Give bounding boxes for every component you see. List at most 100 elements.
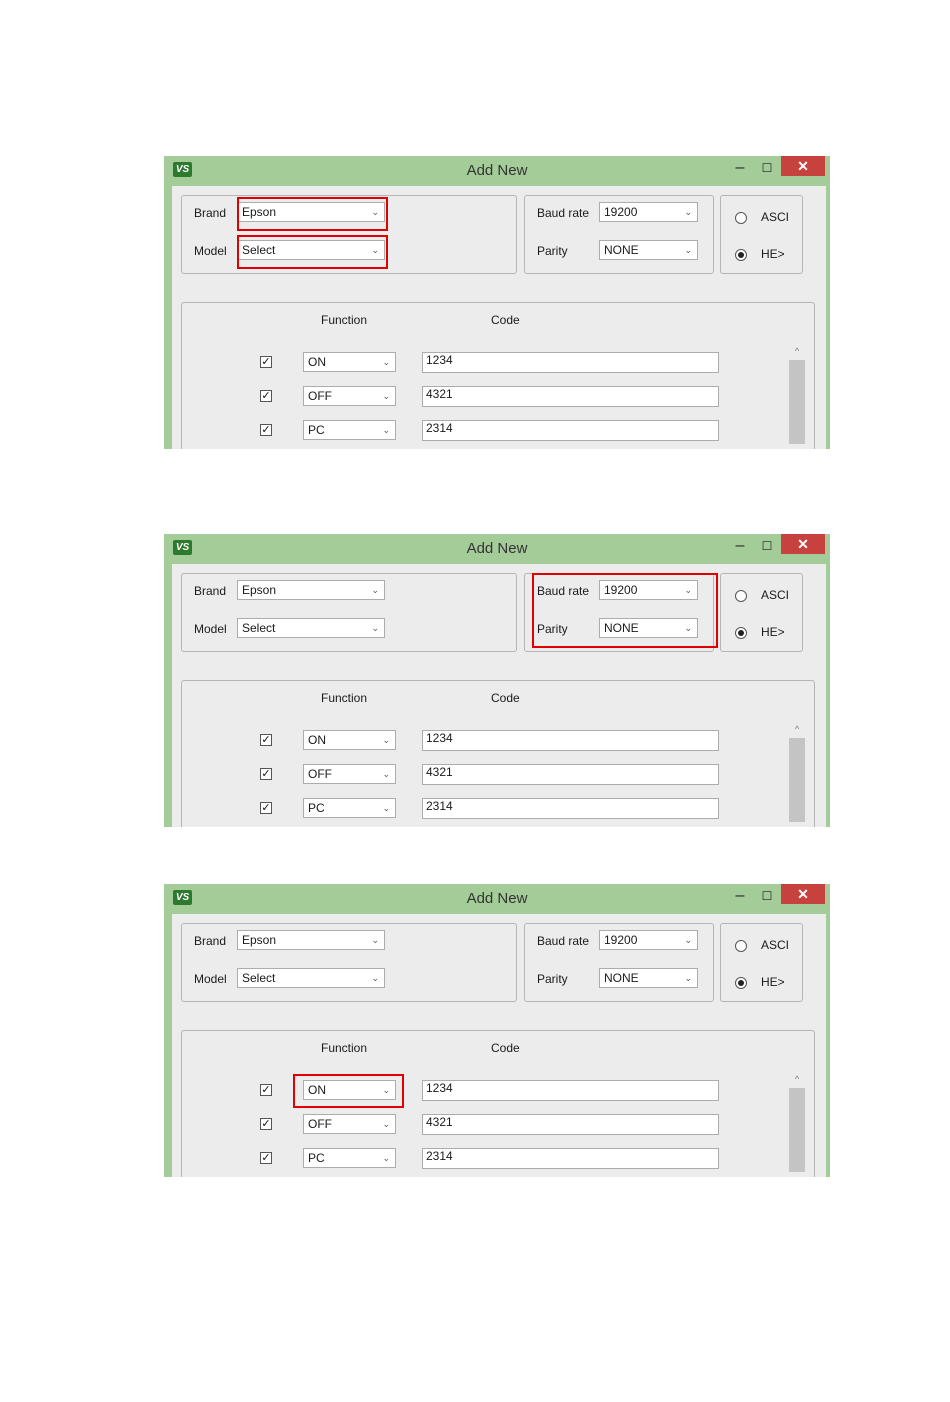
serial-group: Baud rate 19200 ⌄ Parity NONE ⌄ [524,195,714,274]
chevron-down-icon: ⌄ [371,935,379,945]
code-header: Code [491,691,520,705]
function-select[interactable]: PC ⌄ [303,1148,396,1168]
baud-rate-select[interactable]: 19200 ⌄ [599,930,698,950]
scroll-up-icon[interactable]: ^ [789,723,805,735]
chevron-down-icon: ⌄ [382,769,390,779]
row-checkbox[interactable]: ✓ [260,768,272,780]
function-select[interactable]: ON ⌄ [303,730,396,750]
brand-select[interactable]: Epson ⌄ [237,580,385,600]
model-select[interactable]: Select ⌄ [237,968,385,988]
row-checkbox[interactable]: ✓ [260,1084,272,1096]
chevron-down-icon: ⌄ [382,1119,390,1129]
code-input[interactable]: 1234 [422,352,719,373]
model-select[interactable]: Select ⌄ [237,618,385,638]
ascii-label: ASCI [761,210,790,224]
chevron-down-icon: ⌄ [371,623,379,633]
row-checkbox[interactable]: ✓ [260,424,272,436]
add-new-window-3: VS Add New – ☐ ✕ Brand Epson ⌄ Model Sel… [164,884,830,1177]
function-value: OFF [308,1117,332,1131]
code-header: Code [491,1041,520,1055]
function-value: ON [308,733,326,747]
row-checkbox[interactable]: ✓ [260,356,272,368]
scrollbar[interactable] [789,738,805,822]
title-bar[interactable]: VS Add New – ☐ ✕ [164,534,830,563]
brand-label: Brand [194,584,227,598]
chevron-down-icon: ⌄ [382,391,390,401]
chevron-down-icon: ⌄ [684,207,692,217]
chevron-down-icon: ⌄ [382,425,390,435]
function-select[interactable]: PC ⌄ [303,420,396,440]
code-header: Code [491,313,520,327]
baud-rate-select[interactable]: 19200 ⌄ [599,202,698,222]
scrollbar[interactable] [789,1088,805,1172]
minimize-button[interactable]: – [729,886,751,906]
function-select[interactable]: ON ⌄ [303,352,396,372]
model-value: Select [242,971,276,985]
hex-radio[interactable] [735,977,747,989]
row-checkbox[interactable]: ✓ [260,390,272,402]
row-checkbox[interactable]: ✓ [260,1118,272,1130]
ascii-radio[interactable] [735,590,747,602]
code-input[interactable]: 1234 [422,1080,719,1101]
parity-select[interactable]: NONE ⌄ [599,240,698,260]
maximize-button[interactable]: ☐ [756,536,778,556]
hex-label: HE> [761,247,785,261]
close-button[interactable]: ✕ [781,156,825,176]
function-value: PC [308,423,325,437]
function-value: OFF [308,389,332,403]
add-new-window-1: VS Add New – ☐ ✕ Brand Epson ⌄ Model Sel… [164,156,830,449]
brand-label: Brand [194,934,227,948]
minimize-button[interactable]: – [729,536,751,556]
scroll-up-icon[interactable]: ^ [789,345,805,357]
code-input[interactable]: 2314 [422,798,719,819]
parity-select[interactable]: NONE ⌄ [599,968,698,988]
parity-label: Parity [537,972,568,986]
title-bar[interactable]: VS Add New – ☐ ✕ [164,884,830,913]
hex-radio[interactable] [735,627,747,639]
device-group: Brand Epson ⌄ Model Select ⌄ [181,573,517,652]
window-body: Brand Epson ⌄ Model Select ⌄ Baud rate 1… [172,914,826,1177]
function-value: OFF [308,767,332,781]
minimize-button[interactable]: – [729,158,751,178]
function-header: Function [321,691,368,705]
close-button[interactable]: ✕ [781,884,825,904]
window-body: Brand Epson ⌄ Model Select ⌄ Baud rate 1… [172,564,826,827]
function-select[interactable]: PC ⌄ [303,798,396,818]
mode-group: ASCI HE> [720,195,803,274]
function-select[interactable]: OFF ⌄ [303,1114,396,1134]
code-input[interactable]: 2314 [422,1148,719,1169]
scroll-up-icon[interactable]: ^ [789,1073,805,1085]
ascii-label: ASCI [761,588,790,602]
code-input[interactable]: 1234 [422,730,719,751]
code-input[interactable]: 4321 [422,386,719,407]
device-group: Brand Epson ⌄ Model Select ⌄ [181,923,517,1002]
model-value: Select [242,621,276,635]
row-checkbox[interactable]: ✓ [260,734,272,746]
ascii-radio[interactable] [735,940,747,952]
function-select[interactable]: OFF ⌄ [303,764,396,784]
chevron-down-icon: ⌄ [684,935,692,945]
close-button[interactable]: ✕ [781,534,825,554]
code-input[interactable]: 4321 [422,1114,719,1135]
brand-label: Brand [194,206,227,220]
scrollbar[interactable] [789,360,805,444]
function-value: PC [308,1151,325,1165]
function-group: Function Code ✓ ON ⌄ 1234 ✓ OFF ⌄ 4321 ✓… [181,680,815,827]
title-bar[interactable]: VS Add New – ☐ ✕ [164,156,830,185]
ascii-radio[interactable] [735,212,747,224]
function-header: Function [321,1041,368,1055]
model-label: Model [194,622,227,636]
brand-value: Epson [242,933,277,947]
row-checkbox[interactable]: ✓ [260,1152,272,1164]
mode-group: ASCI HE> [720,573,803,652]
brand-select[interactable]: Epson ⌄ [237,930,385,950]
function-select[interactable]: OFF ⌄ [303,386,396,406]
code-input[interactable]: 4321 [422,764,719,785]
hex-radio[interactable] [735,249,747,261]
serial-group: Baud rate 19200 ⌄ Parity NONE ⌄ [524,923,714,1002]
row-checkbox[interactable]: ✓ [260,802,272,814]
code-input[interactable]: 2314 [422,420,719,441]
maximize-button[interactable]: ☐ [756,158,778,178]
maximize-button[interactable]: ☐ [756,886,778,906]
hex-label: HE> [761,975,785,989]
